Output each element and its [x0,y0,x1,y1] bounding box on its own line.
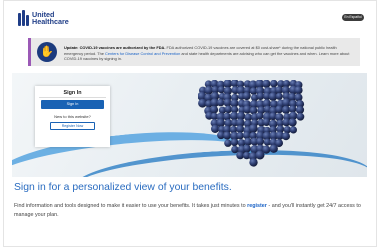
page-headline: Sign in for a personalized view of your … [14,182,232,193]
hand-stop-icon: ✋ [37,42,57,62]
blueberry [248,124,258,133]
blueberry [281,105,291,114]
sign-in-title: Sign In [63,90,82,96]
blueberry [249,106,258,115]
blueberry [295,105,305,114]
language-button[interactable]: En Español [342,14,364,21]
alert-text: Update: COVID-19 vaccines are authorized… [64,45,356,62]
blueberry [230,138,239,147]
blueberry [269,144,278,153]
blueberry [255,150,265,160]
blueberry [236,132,244,140]
logo-text: United Healthcare [32,10,69,26]
blueberry [243,144,251,153]
blueberry [275,92,283,100]
blueberry [262,80,271,88]
register-link[interactable]: register [247,203,267,209]
blueberry [249,158,258,167]
page: United Healthcare En Español ✋ Update: C… [3,0,377,247]
unitedhealthcare-logo[interactable]: United Healthcare [18,10,69,26]
divider [39,97,106,98]
blueberry [294,86,303,95]
blueberry [231,145,239,154]
copy-before: Find information and tools designed to m… [14,203,248,209]
cdc-link[interactable]: Centers for Disease Control and Preventi… [105,51,180,56]
covid-alert-banner: ✋ Update: COVID-19 vaccines are authoriz… [28,38,360,66]
blueberry [211,124,220,133]
sign-in-button[interactable]: Sign In [41,100,104,109]
alert-bold: Update: COVID-19 vaccines are authorized… [64,45,166,50]
intro-copy: Find information and tools designed to m… [14,202,374,220]
blueberry [288,118,297,127]
blueberry [224,139,232,147]
blueberry [289,126,297,134]
blueberry [256,137,265,146]
blueberry-heart-image [198,80,305,167]
logo-mark-icon [18,10,29,26]
new-user-prompt: New to this website? [54,114,91,119]
blueberry [223,131,232,140]
register-now-button[interactable]: Register Now [50,122,95,130]
blueberry [242,91,251,101]
blueberry [256,112,264,120]
header: United Healthcare En Español [4,1,376,37]
sign-in-card: Sign In Sign In New to this website? Reg… [35,86,110,147]
blueberry [282,132,290,141]
blueberry [216,98,225,107]
blueberry [296,112,305,121]
brand-line-2: Healthcare [32,17,69,26]
hero-banner: Sign In Sign In New to this website? Reg… [12,73,367,177]
blueberry [236,125,245,134]
blueberry [270,80,278,88]
